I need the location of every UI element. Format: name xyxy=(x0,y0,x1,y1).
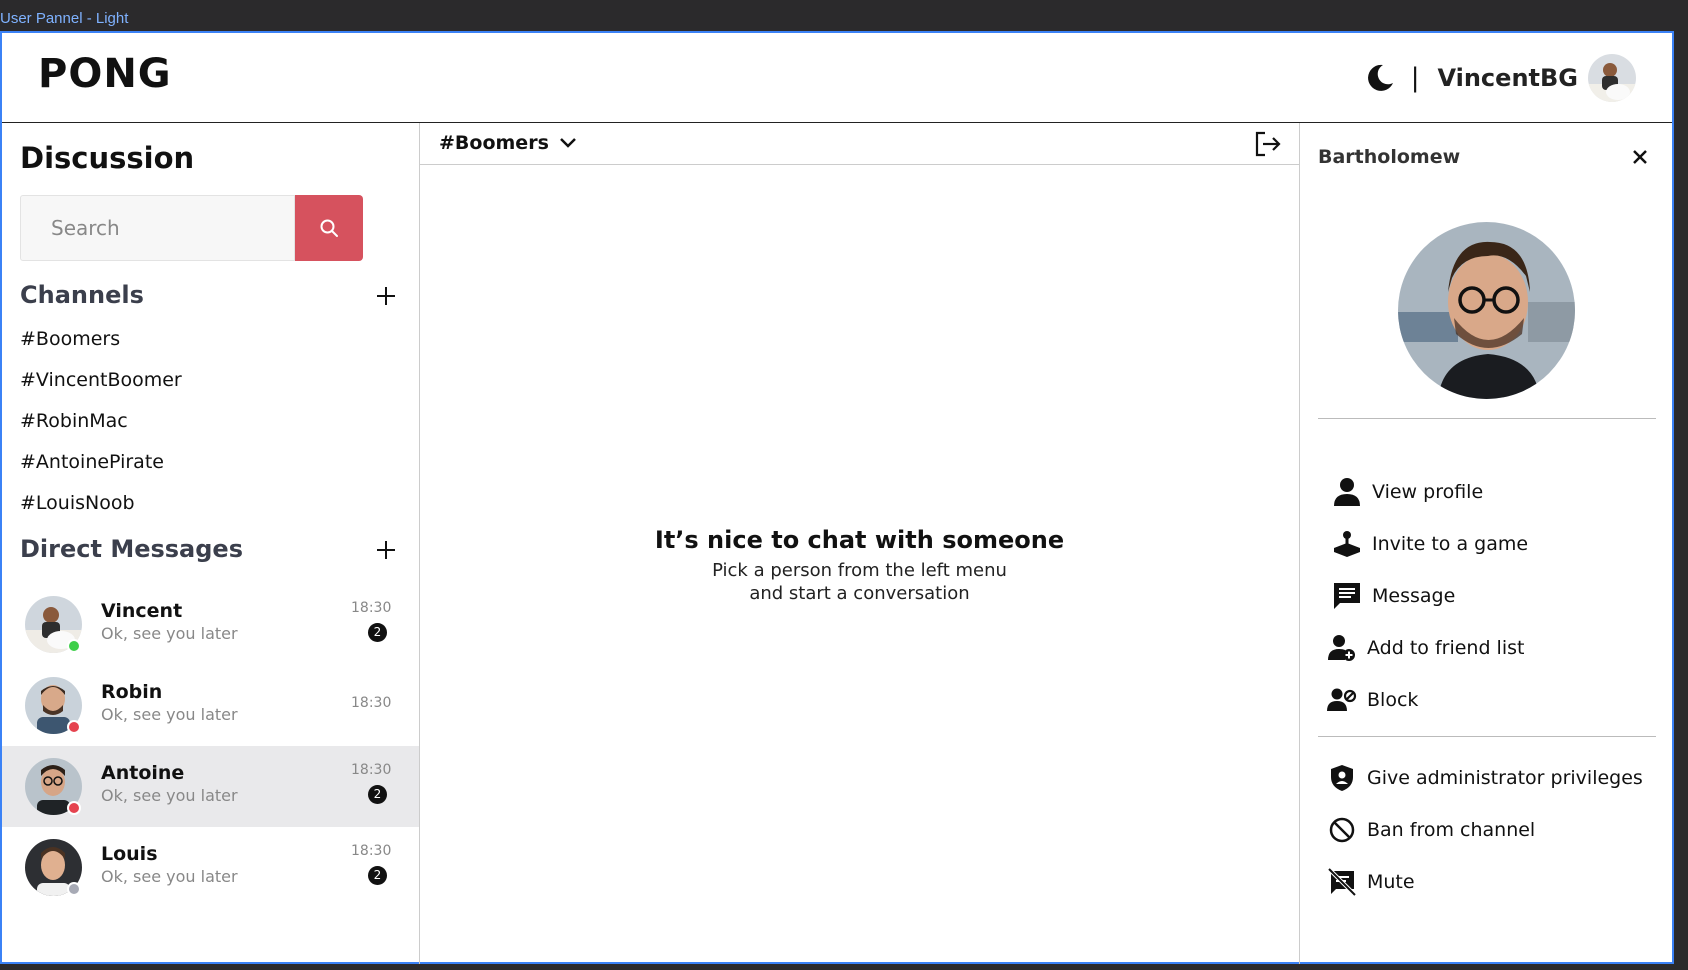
admin-shield-icon xyxy=(1325,761,1359,795)
dm-name: Antoine xyxy=(101,762,185,784)
unread-badge: 2 xyxy=(368,785,387,804)
channel-item[interactable]: #AntoinePirate xyxy=(20,451,164,473)
invite-to-game-button[interactable]: Invite to a game xyxy=(1330,526,1528,562)
user-avatar[interactable] xyxy=(1588,54,1636,102)
dm-name: Louis xyxy=(101,843,158,865)
dm-last-message: Ok, see you later xyxy=(101,624,238,643)
dm-item-louis[interactable]: Louis Ok, see you later 18:30 2 xyxy=(2,827,419,908)
action-label: Mute xyxy=(1367,871,1415,893)
moon-icon[interactable] xyxy=(1363,61,1397,95)
dm-item-robin[interactable]: Robin Ok, see you later 18:30 xyxy=(2,665,419,746)
chat-header: #Boomers xyxy=(420,123,1299,165)
left-panel: Discussion Channels #Boomers #VincentBoo… xyxy=(2,123,420,964)
empty-state-title: It’s nice to chat with someone xyxy=(654,526,1065,554)
search-icon xyxy=(320,219,338,237)
add-direct-message-button[interactable] xyxy=(372,536,400,564)
divider xyxy=(1318,418,1656,419)
dm-time: 18:30 xyxy=(351,843,392,859)
action-label: Give administrator privileges xyxy=(1367,767,1643,789)
current-channel-label: #Boomers xyxy=(439,132,549,154)
plus-icon xyxy=(377,541,395,559)
search-input[interactable] xyxy=(20,195,295,261)
dm-name: Robin xyxy=(101,681,163,703)
profile-name: Bartholomew xyxy=(1318,146,1461,168)
view-profile-button[interactable]: View profile xyxy=(1330,474,1483,510)
app-window: PONG | VincentBG Discussion Search Chann… xyxy=(0,31,1674,964)
window-title: User Pannel - Light xyxy=(0,10,129,27)
action-label: Block xyxy=(1367,689,1419,711)
direct-messages-title: Direct Messages xyxy=(20,535,243,563)
channel-item[interactable]: #LouisNoob xyxy=(20,492,135,514)
dm-time: 18:30 xyxy=(351,695,392,711)
profile-photo xyxy=(1398,222,1575,399)
status-dot xyxy=(67,882,81,896)
message-button[interactable]: Message xyxy=(1330,578,1455,614)
status-dot xyxy=(67,639,81,653)
status-dot xyxy=(67,801,81,815)
close-icon[interactable] xyxy=(1630,147,1650,167)
channel-item[interactable]: #RobinMac xyxy=(20,410,128,432)
joystick-icon xyxy=(1330,527,1364,561)
action-label: View profile xyxy=(1372,481,1484,503)
message-icon xyxy=(1330,579,1364,613)
ban-from-channel-button[interactable]: Ban from channel xyxy=(1325,812,1535,848)
current-username[interactable]: VincentBG xyxy=(1437,64,1578,92)
unread-badge: 2 xyxy=(368,866,387,885)
leave-channel-icon[interactable] xyxy=(1253,129,1283,159)
action-label: Add to friend list xyxy=(1367,637,1525,659)
give-admin-privileges-button[interactable]: Give administrator privileges xyxy=(1325,760,1643,796)
add-friend-icon xyxy=(1325,631,1359,665)
mute-message-icon xyxy=(1325,865,1359,899)
dm-last-message: Ok, see you later xyxy=(101,867,238,886)
dm-last-message: Ok, see you later xyxy=(101,786,238,805)
divider xyxy=(1318,736,1656,737)
search-button[interactable] xyxy=(295,195,363,261)
block-button[interactable]: Block xyxy=(1325,682,1418,718)
person-icon xyxy=(1330,475,1364,509)
empty-state-subtitle: and start a conversation xyxy=(749,583,970,604)
action-label: Invite to a game xyxy=(1372,533,1529,555)
chat-panel: #Boomers It’s nice to chat with someone … xyxy=(420,123,1300,964)
app-logo[interactable]: PONG xyxy=(38,51,172,97)
action-label: Ban from channel xyxy=(1367,819,1536,841)
user-area: | VincentBG xyxy=(1363,53,1636,103)
add-to-friend-list-button[interactable]: Add to friend list xyxy=(1325,630,1524,666)
dm-last-message: Ok, see you later xyxy=(101,705,238,724)
plus-icon xyxy=(377,287,395,305)
profile-panel: Bartholomew View profile Invite to a gam… xyxy=(1300,123,1674,964)
dm-item-antoine[interactable]: Antoine Ok, see you later 18:30 2 xyxy=(2,746,419,827)
channels-title: Channels xyxy=(20,281,144,309)
channel-selector[interactable]: #Boomers xyxy=(439,132,577,154)
dm-item-vincent[interactable]: Vincent Ok, see you later 18:30 2 xyxy=(2,584,419,665)
status-dot xyxy=(67,720,81,734)
channel-item[interactable]: #Boomers xyxy=(20,328,120,350)
mute-button[interactable]: Mute xyxy=(1325,864,1415,900)
channel-item[interactable]: #VincentBoomer xyxy=(20,369,182,391)
add-channel-button[interactable] xyxy=(372,282,400,310)
dm-name: Vincent xyxy=(101,600,183,622)
chevron-down-icon xyxy=(559,138,576,148)
block-user-icon xyxy=(1325,683,1359,717)
dm-time: 18:30 xyxy=(351,762,392,778)
search-bar xyxy=(20,195,363,261)
action-label: Message xyxy=(1372,585,1456,607)
unread-badge: 2 xyxy=(368,623,387,642)
dm-time: 18:30 xyxy=(351,600,392,616)
discussion-title: Discussion xyxy=(20,141,195,175)
top-header: PONG | VincentBG xyxy=(2,33,1672,123)
ban-icon xyxy=(1325,813,1359,847)
header-separator: | xyxy=(1410,63,1420,93)
empty-state-subtitle: Pick a person from the left menu xyxy=(712,560,1007,581)
